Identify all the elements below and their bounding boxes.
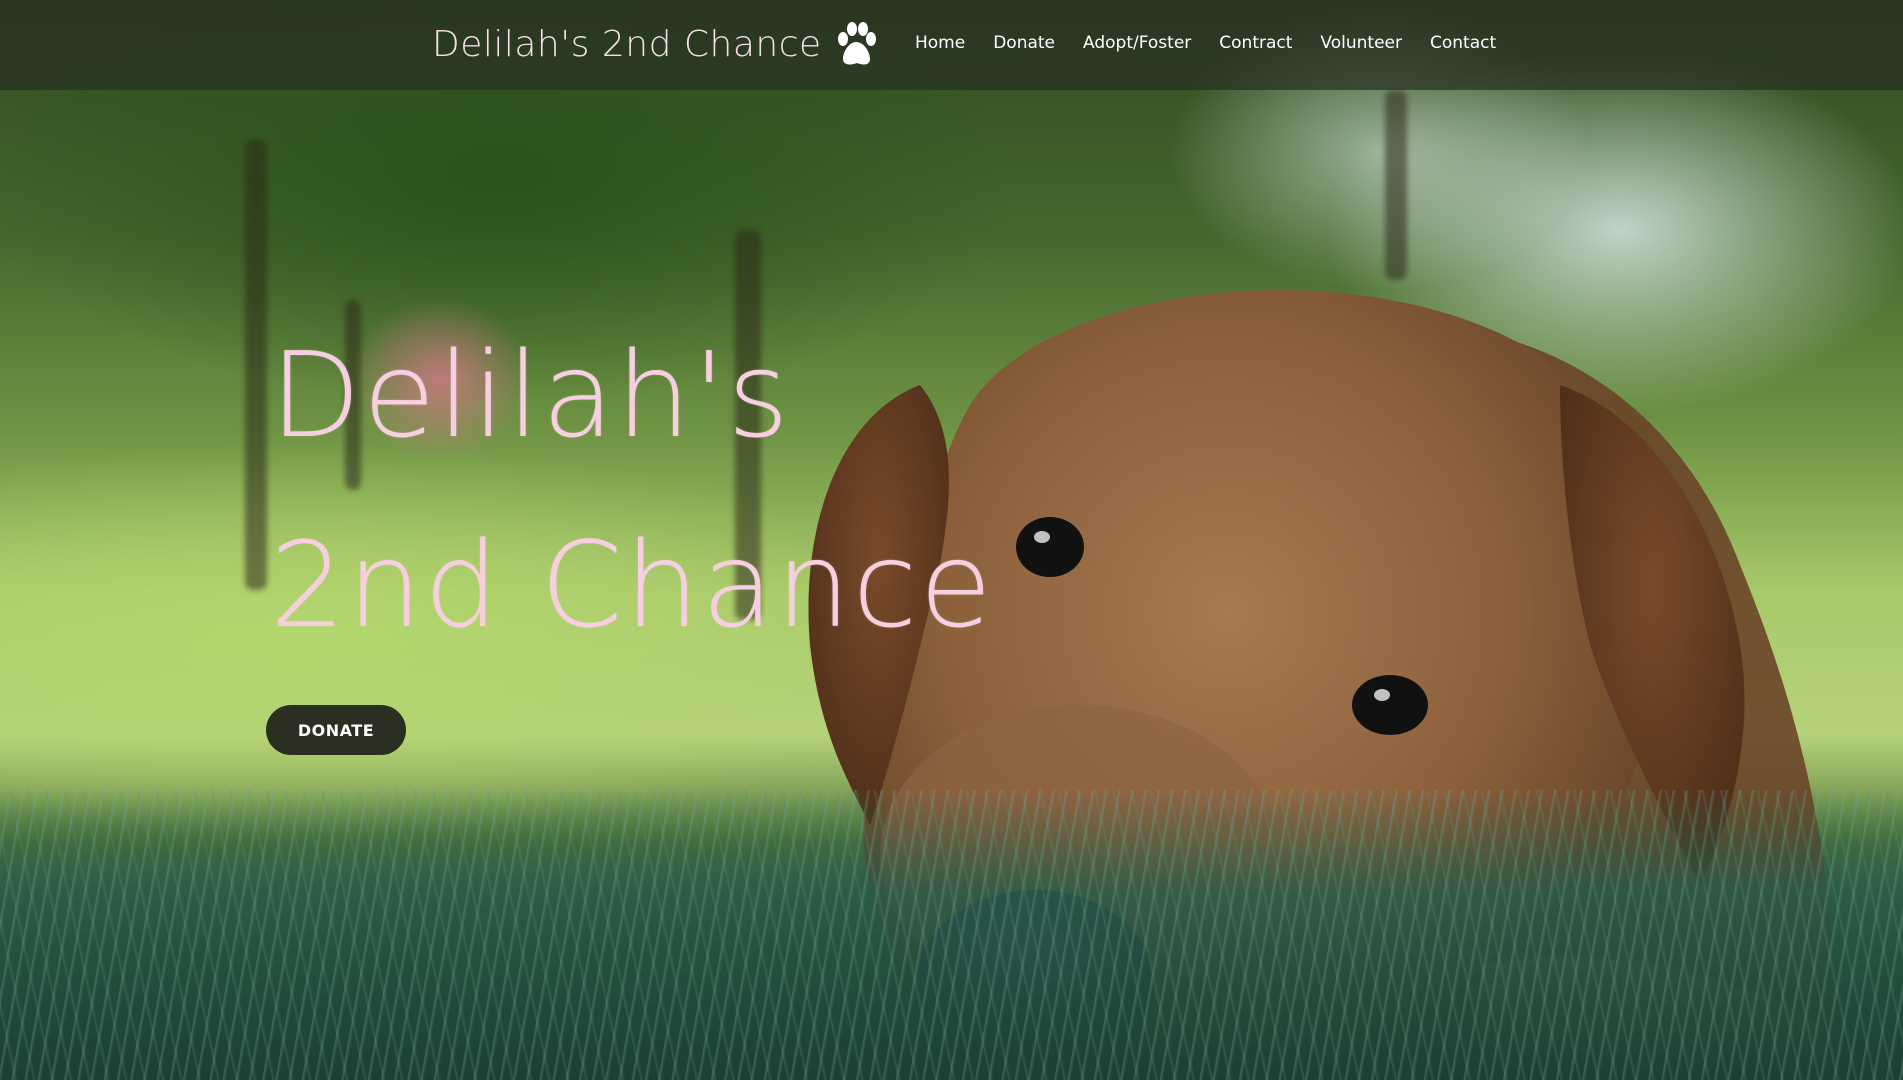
donate-button[interactable]: DONATE <box>266 705 406 755</box>
nav-item-volunteer[interactable]: Volunteer <box>1320 33 1402 53</box>
tree-trunk <box>1385 90 1407 280</box>
top-nav-bar: Delilah's 2nd Chance Home Donate Adopt/F… <box>0 0 1903 90</box>
site-logo[interactable]: Delilah's 2nd Chance <box>432 20 878 68</box>
main-nav: Home Donate Adopt/Foster Contract Volunt… <box>915 33 1496 53</box>
nav-item-contact[interactable]: Contact <box>1430 33 1496 53</box>
nav-item-contract[interactable]: Contract <box>1219 33 1292 53</box>
nav-item-adopt-foster[interactable]: Adopt/Foster <box>1083 33 1191 53</box>
nav-item-home[interactable]: Home <box>915 33 965 53</box>
hero-section: Delilah's 2nd Chance Home Donate Adopt/F… <box>0 0 1903 1080</box>
hero-headline-line2: 2nd Chance <box>270 516 995 654</box>
brand-name[interactable]: Delilah's 2nd Chance <box>432 24 822 65</box>
nav-item-donate[interactable]: Donate <box>993 33 1055 53</box>
paw-print-icon <box>834 20 878 68</box>
hero-headline: Delilah's 2nd Chance <box>270 300 994 680</box>
tree-trunk <box>245 140 267 590</box>
hero-headline-line1: Delilah's <box>270 326 791 464</box>
grass-foreground <box>0 790 1903 1080</box>
